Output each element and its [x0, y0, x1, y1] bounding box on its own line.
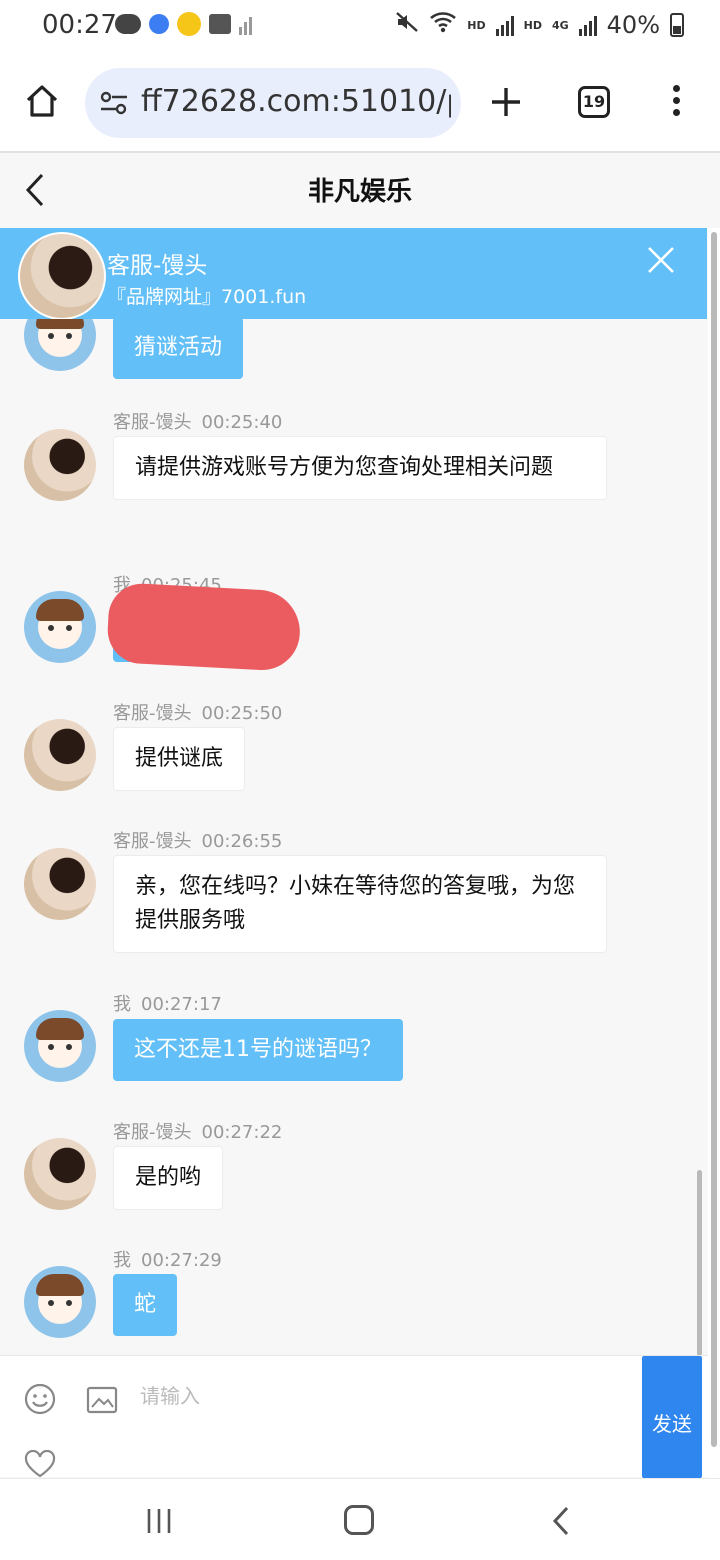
battery-percent: 40%: [606, 11, 660, 39]
message-meta: 客服-馒头 00:27:22: [113, 1122, 283, 1143]
signal-icon-2: [578, 14, 597, 36]
game-controller-icon: [115, 14, 141, 34]
avatar: [24, 1138, 96, 1210]
hd-label-2: HD: [523, 18, 542, 32]
agent-subtitle: 『品牌网址』7001.fun: [107, 286, 307, 308]
close-icon[interactable]: [646, 245, 676, 275]
tab-switcher-button[interactable]: 19: [578, 86, 610, 118]
agent-name: 客服-馒头: [107, 253, 208, 279]
4g-label: 4G: [551, 18, 569, 32]
message-bubble: 亲，您在线吗？小妹在等待您的答复哦，为您提供服务哦: [113, 855, 607, 953]
status-time: 00:27: [42, 10, 117, 40]
battery-icon: [670, 13, 684, 37]
heart-icon[interactable]: [24, 1449, 56, 1478]
page-title: 非凡娱乐: [307, 177, 412, 207]
emoji-icon[interactable]: [24, 1383, 56, 1415]
coin-app-icon: [177, 12, 201, 36]
no-signal-icon: [239, 13, 252, 35]
message-meta: 客服-馒头 00:26:55: [113, 831, 283, 852]
agent-banner: 客服-馒头 『品牌网址』7001.fun: [0, 228, 707, 320]
message-bubble: 提供谜底: [113, 727, 246, 791]
browser-menu-icon[interactable]: [673, 85, 683, 121]
avatar: [24, 848, 96, 920]
notification-icons: [115, 12, 252, 36]
message-bubble: 猜谜活动: [113, 319, 244, 379]
message-meta: 客服-馒头 00:25:40: [113, 412, 283, 433]
status-bar: 00:27 HD HD 4G 40%: [0, 0, 720, 55]
home-icon[interactable]: [344, 1505, 374, 1535]
mute-icon: [395, 10, 419, 40]
browser-toolbar: ff72628.com:51010/pa 19: [0, 55, 720, 152]
avatar: [24, 429, 96, 501]
agent-avatar-large: [18, 232, 106, 320]
recent-apps-icon[interactable]: [146, 1508, 172, 1534]
avatar: [24, 319, 96, 371]
chat-log[interactable]: 猜谜活动 客服-馒头 00:25:40 请提供游戏账号方便为您查询处理相关问题 我…: [0, 319, 707, 1355]
message-meta: 我 00:27:17: [113, 994, 222, 1015]
message-composer: [0, 1355, 708, 1478]
send-button[interactable]: 发送: [642, 1356, 702, 1478]
message-bubble: 这不还是11号的谜语吗？: [113, 1019, 403, 1081]
page-header: 非凡娱乐: [0, 153, 720, 228]
message-input[interactable]: [140, 1366, 630, 1426]
redaction-mark: [106, 582, 302, 672]
message-bubble: 请提供游戏账号方便为您查询处理相关问题: [113, 436, 607, 500]
signal-icon-1: [495, 14, 514, 36]
system-back-icon[interactable]: [550, 1505, 572, 1537]
chat-scrollbar[interactable]: [697, 1170, 702, 1356]
page-scrollbar[interactable]: [711, 232, 717, 1447]
url-text[interactable]: ff72628.com:51010/pa: [141, 84, 451, 119]
wifi-icon: [429, 10, 457, 40]
message-meta: 我 00:27:29: [113, 1250, 222, 1271]
system-nav-bar: [0, 1478, 720, 1560]
address-bar[interactable]: ff72628.com:51010/pa: [85, 68, 461, 138]
message-bubble: 蛇: [113, 1274, 178, 1336]
avatar: [24, 1010, 96, 1082]
hd-label-1: HD: [467, 18, 486, 32]
avatar: [24, 591, 96, 663]
image-icon[interactable]: [86, 1386, 118, 1414]
message-meta: 客服-馒头 00:25:50: [113, 703, 283, 724]
gallery-icon: [209, 14, 231, 34]
new-tab-plus-icon[interactable]: [489, 85, 523, 119]
status-right: HD HD 4G 40%: [395, 10, 684, 40]
message-bubble: 是的哟: [113, 1146, 224, 1210]
avatar: [24, 719, 96, 791]
chat-app-icon: [149, 14, 169, 34]
browser-home-icon[interactable]: [22, 81, 62, 121]
site-settings-icon[interactable]: [99, 90, 129, 116]
avatar: [24, 1266, 96, 1338]
